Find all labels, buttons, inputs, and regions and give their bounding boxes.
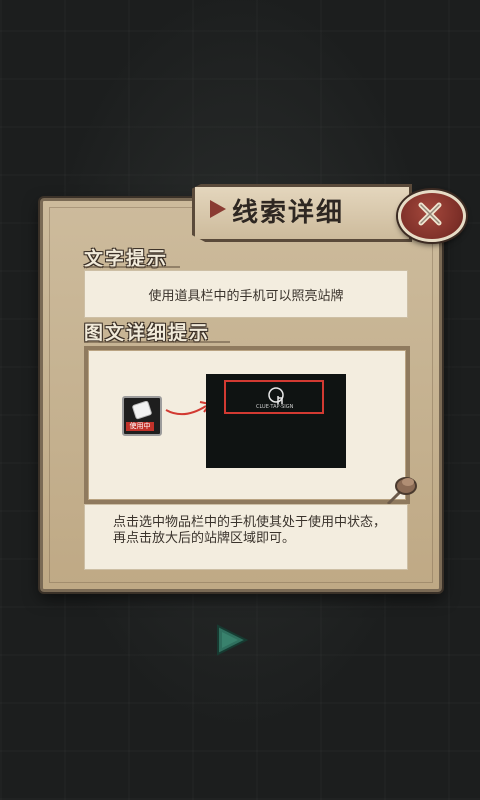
text-hint-underline bbox=[84, 266, 180, 268]
text-hint: 使用道具栏中的手机可以照亮站牌 bbox=[148, 289, 344, 304]
next-arrow-icon[interactable] bbox=[212, 622, 252, 658]
screenshot-caption: CLUE·TAP·SIGN bbox=[256, 404, 294, 410]
panel-title: 线索详细 bbox=[232, 198, 345, 228]
description-text: 点击选中物品栏中的手机使其处于使用中状态，再点击放大后的站牌区域即可。 bbox=[113, 515, 387, 546]
text-hint-box: 使用道具栏中的手机可以照亮站牌 bbox=[84, 270, 408, 318]
highlight-box: CLUE·TAP·SIGN bbox=[224, 380, 324, 414]
in-use-badge: 使用中 bbox=[126, 422, 154, 431]
close-button[interactable] bbox=[398, 190, 466, 242]
tap-icon bbox=[268, 387, 284, 404]
close-icon bbox=[418, 202, 442, 226]
hint-screenshot: CLUE·TAP·SIGN bbox=[206, 374, 346, 468]
inventory-phone-item: 使用中 bbox=[122, 396, 162, 436]
phone-icon bbox=[132, 401, 152, 420]
description-box: 点击选中物品栏中的手机使其处于使用中状态，再点击放大后的站牌区域即可。 bbox=[84, 504, 408, 570]
image-hint-underline bbox=[84, 341, 230, 343]
title-arrow-icon bbox=[210, 200, 226, 218]
